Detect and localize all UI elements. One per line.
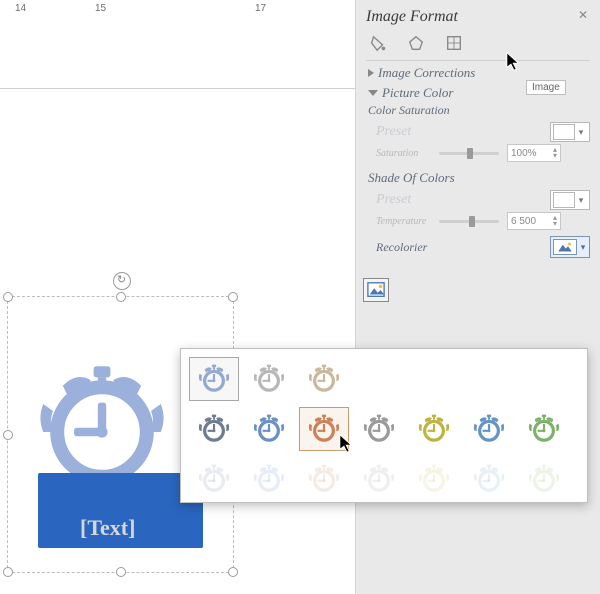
image-corrections-label: Image Corrections — [378, 65, 475, 81]
recolor-swatch[interactable] — [299, 407, 349, 451]
chevron-down-icon — [368, 90, 378, 96]
resize-handle[interactable] — [116, 567, 126, 577]
recolor-swatch[interactable] — [354, 407, 404, 451]
recolor-swatch[interactable] — [299, 457, 349, 501]
shade-of-colors-label: Shade Of Colors — [368, 170, 590, 186]
image-format-panel: Image Format ✕ Image Image Corrections P… — [355, 0, 600, 594]
picture-icon — [553, 239, 577, 255]
shade-preset-chooser[interactable]: ▾ — [550, 190, 590, 210]
picture-tab-tooltip: Image — [526, 80, 566, 95]
recolor-swatch[interactable] — [244, 357, 294, 401]
ruler-tick: 15 — [95, 3, 106, 14]
temperature-value[interactable]: 6 500▴▾ — [507, 212, 561, 230]
resize-handle[interactable] — [116, 292, 126, 302]
recolor-flyout[interactable] — [180, 348, 588, 503]
close-panel-icon[interactable]: ✕ — [578, 8, 588, 22]
recolor-swatch[interactable] — [244, 457, 294, 501]
picture-icon[interactable] — [363, 278, 389, 302]
fill-icon[interactable] — [366, 32, 390, 54]
saturation-preset-chooser[interactable]: ▾ — [550, 122, 590, 142]
pentagon-icon[interactable] — [404, 32, 428, 54]
resize-handle[interactable] — [3, 292, 13, 302]
recolor-swatch[interactable] — [409, 457, 459, 501]
divider — [366, 60, 590, 61]
preset-label-2: Preset — [376, 192, 411, 208]
resize-handle[interactable] — [228, 567, 238, 577]
saturation-slider[interactable] — [439, 152, 499, 155]
resize-handle[interactable] — [3, 430, 13, 440]
temperature-slider-label: Temperature — [376, 216, 431, 227]
picture-color-label: Picture Color — [382, 85, 453, 101]
document-canvas[interactable]: [Text] ↻ — [0, 18, 355, 594]
ruler: 14 15 17 — [0, 0, 355, 19]
temperature-slider[interactable] — [439, 220, 499, 223]
recolor-swatch[interactable] — [189, 407, 239, 451]
resize-handle[interactable] — [228, 292, 238, 302]
preset-label: Preset — [376, 124, 411, 140]
recolor-swatch[interactable] — [519, 407, 569, 451]
paper-edge — [0, 88, 355, 244]
recolor-swatch[interactable] — [519, 457, 569, 501]
recolor-label: Recolorier — [376, 240, 427, 255]
panel-tabs — [366, 32, 590, 54]
image-corrections-header[interactable]: Image Corrections — [368, 65, 590, 81]
ruler-tick: 17 — [255, 3, 266, 14]
resize-handle[interactable] — [3, 567, 13, 577]
panel-title: Image Format — [366, 8, 590, 26]
chevron-right-icon — [368, 69, 374, 77]
size-properties-icon[interactable] — [442, 32, 466, 54]
recolor-swatch[interactable] — [464, 457, 514, 501]
saturation-slider-label: Saturation — [376, 148, 431, 159]
recolor-swatch[interactable] — [244, 407, 294, 451]
rotate-handle[interactable]: ↻ — [113, 272, 131, 290]
recolor-chooser[interactable]: ▾ — [550, 236, 590, 258]
recolor-swatch[interactable] — [189, 357, 239, 401]
color-saturation-label: Color Saturation — [368, 103, 590, 118]
recolor-swatch[interactable] — [409, 407, 459, 451]
ruler-tick: 14 — [15, 3, 26, 14]
recolor-swatch[interactable] — [464, 407, 514, 451]
recolor-swatch[interactable] — [299, 357, 349, 401]
recolor-swatch[interactable] — [354, 457, 404, 501]
saturation-value[interactable]: 100%▴▾ — [507, 144, 561, 162]
recolor-swatch[interactable] — [189, 457, 239, 501]
